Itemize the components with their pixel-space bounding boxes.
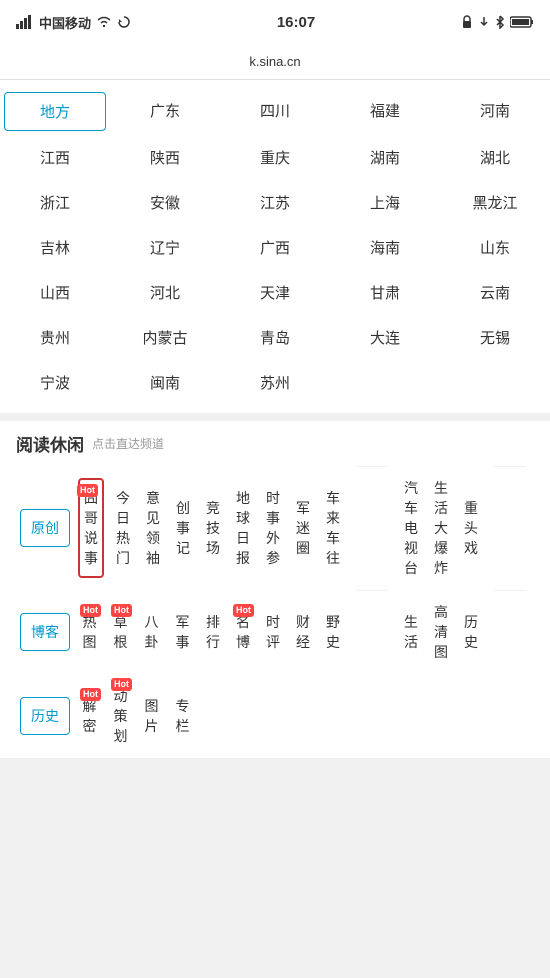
region-cell[interactable]: 黑龙江 [440, 180, 550, 225]
channel-cell[interactable]: 生活 [396, 600, 426, 664]
channel-cell[interactable]: 热图Hot [74, 600, 105, 664]
channel-cell[interactable]: 解密Hot [74, 684, 105, 748]
channel-cell[interactable]: 历史 [456, 600, 486, 664]
region-cell[interactable]: 重庆 [220, 135, 330, 180]
channel-cell[interactable]: 图片 [136, 684, 167, 748]
channel-cell[interactable]: 意见领袖 [138, 476, 168, 580]
region-cell[interactable]: 云南 [440, 270, 550, 315]
region-cell[interactable]: 地方 [4, 92, 106, 131]
channel-cell[interactable]: 车来车往 [318, 476, 348, 580]
region-cell[interactable]: 湖北 [440, 135, 550, 180]
channel-grid: 原创囧哥说事Hot今日热门意见领袖创事记竞技场地球日报时事外参军迷圈车来车往汽车… [16, 466, 534, 758]
arrow-icon [478, 15, 490, 29]
region-cell[interactable]: 湖南 [330, 135, 440, 180]
region-cell[interactable]: 闽南 [110, 360, 220, 405]
channel-cell[interactable]: 专栏 [167, 684, 198, 748]
channel-cell[interactable]: 博客 [20, 613, 70, 651]
channel-cell[interactable]: 原创 [20, 509, 70, 547]
status-left: 中国移动 [16, 13, 131, 32]
reading-subtitle: 点击直达频道 [92, 435, 164, 452]
region-cell[interactable]: 福建 [330, 88, 440, 135]
channel-cell[interactable]: 动策划Hot [105, 674, 136, 758]
channel-row: 历史解密Hot动策划Hot图片专栏 [16, 674, 198, 758]
region-cell[interactable]: 贵州 [0, 315, 110, 360]
region-cell[interactable]: 江苏 [220, 180, 330, 225]
lock-icon [461, 15, 473, 29]
channel-cell[interactable]: 排行 [198, 600, 228, 664]
channel-cell[interactable]: 野史 [318, 600, 348, 664]
region-cell[interactable]: 山东 [440, 225, 550, 270]
region-cell[interactable]: 青岛 [220, 315, 330, 360]
status-bar: 中国移动 16:07 [0, 0, 550, 44]
channel-cell[interactable]: 重头戏 [456, 486, 486, 570]
refresh-icon [117, 15, 131, 29]
channel-cell[interactable]: 历史 [20, 697, 70, 735]
region-cell[interactable]: 吉林 [0, 225, 110, 270]
reading-title: 阅读休闲 [16, 431, 84, 456]
region-cell[interactable]: 天津 [220, 270, 330, 315]
region-cell[interactable]: 广西 [220, 225, 330, 270]
region-cell[interactable]: 四川 [220, 88, 330, 135]
channel-cell[interactable]: 军迷圈 [288, 486, 318, 570]
channel-row: 博客热图Hot草根Hot八卦军事 [16, 590, 198, 674]
wifi-icon [96, 16, 112, 28]
channel-cell[interactable]: 财经 [288, 600, 318, 664]
bluetooth-icon [495, 15, 505, 29]
region-section: 地方广东四川福建河南江西陕西重庆湖南湖北浙江安徽江苏上海黑龙江吉林辽宁广西海南山… [0, 80, 550, 413]
region-cell[interactable]: 上海 [330, 180, 440, 225]
channel-cell[interactable]: 时事外参 [258, 476, 288, 580]
channel-cell[interactable]: 草根Hot [105, 600, 136, 664]
channel-cell[interactable]: 囧哥说事Hot [78, 478, 104, 578]
region-cell[interactable]: 辽宁 [110, 225, 220, 270]
url-bar[interactable]: k.sina.cn [0, 44, 550, 80]
region-cell[interactable]: 河南 [440, 88, 550, 135]
channel-cell[interactable]: 今日热门 [108, 476, 138, 580]
channel-cell[interactable]: 高清图 [426, 590, 456, 674]
region-cell[interactable]: 无锡 [440, 315, 550, 360]
channel-row: 原创囧哥说事Hot今日热门意见领袖创事记 [16, 466, 198, 590]
channel-cell[interactable]: 地球日报 [228, 476, 258, 580]
channel-cell[interactable]: 创事记 [168, 486, 198, 570]
battery-icon [510, 16, 534, 28]
carrier-label: 中国移动 [39, 13, 91, 32]
channel-cell[interactable]: 八卦 [136, 600, 167, 664]
region-cell[interactable]: 宁波 [0, 360, 110, 405]
reading-section: 阅读休闲 点击直达频道 原创囧哥说事Hot今日热门意见领袖创事记竞技场地球日报时… [0, 421, 550, 758]
channel-cell[interactable]: 军事 [167, 600, 198, 664]
status-right [461, 15, 534, 29]
region-cell[interactable]: 广东 [110, 88, 220, 135]
channel-cell[interactable]: 汽车电视台 [396, 466, 426, 590]
channel-row: 生活高清图历史 [396, 590, 486, 674]
region-cell[interactable]: 海南 [330, 225, 440, 270]
region-cell[interactable]: 陕西 [110, 135, 220, 180]
channel-cell[interactable]: 时评 [258, 600, 288, 664]
channel-cell[interactable]: 生活大爆炸 [426, 466, 456, 590]
channel-cell[interactable]: 名博Hot [228, 600, 258, 664]
region-grid: 地方广东四川福建河南江西陕西重庆湖南湖北浙江安徽江苏上海黑龙江吉林辽宁广西海南山… [0, 88, 550, 405]
region-cell[interactable]: 山西 [0, 270, 110, 315]
region-cell[interactable]: 江西 [0, 135, 110, 180]
channel-cell[interactable]: 竞技场 [198, 486, 228, 570]
url-display: k.sina.cn [249, 54, 300, 69]
signal-icon [16, 15, 34, 29]
channel-row: 汽车电视台生活大爆炸重头戏 [396, 466, 486, 590]
region-cell[interactable]: 甘肃 [330, 270, 440, 315]
region-cell[interactable]: 安徽 [110, 180, 220, 225]
region-cell[interactable]: 苏州 [220, 360, 330, 405]
region-cell[interactable]: 浙江 [0, 180, 110, 225]
region-cell[interactable]: 内蒙古 [110, 315, 220, 360]
channel-row: 竞技场地球日报时事外参军迷圈车来车往 [198, 466, 348, 590]
region-cell[interactable]: 河北 [110, 270, 220, 315]
time-display: 16:07 [277, 14, 315, 31]
channel-row: 排行名博Hot时评财经野史 [198, 590, 348, 674]
reading-header: 阅读休闲 点击直达频道 [16, 431, 534, 456]
region-cell[interactable]: 大连 [330, 315, 440, 360]
